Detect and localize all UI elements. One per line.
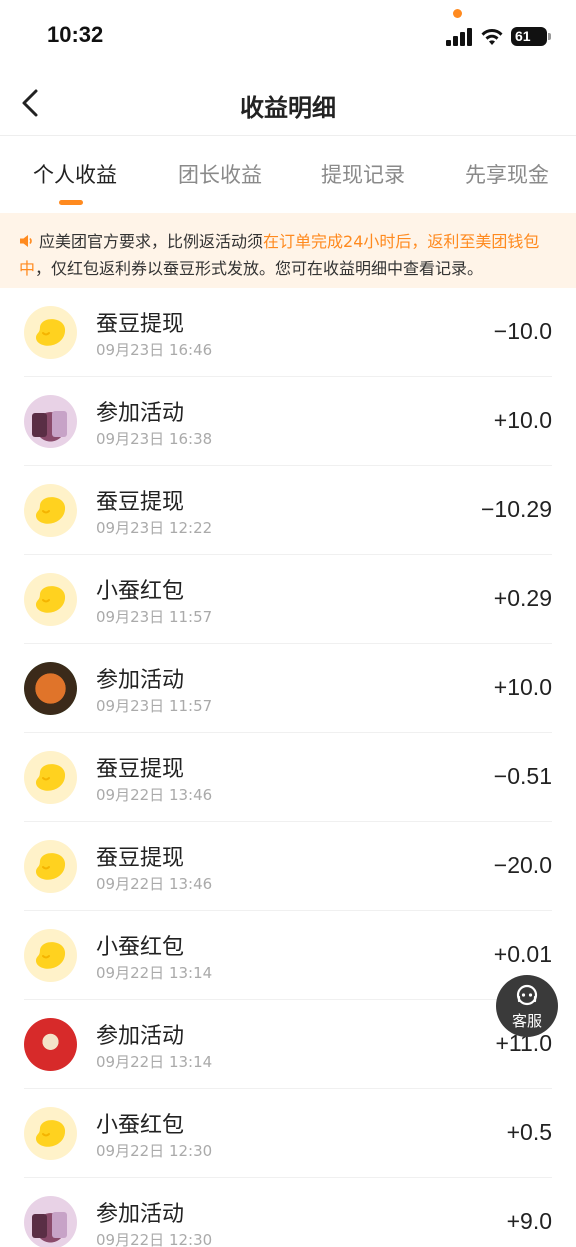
record-title: 参加活动: [96, 401, 185, 426]
list-item[interactable]: 蚕豆提现 09月23日 16:46 −10.0: [24, 288, 552, 377]
record-time: 09月23日 11:57: [96, 697, 213, 715]
tab-advance-cash[interactable]: 先享现金: [465, 159, 549, 189]
record-time: 09月22日 12:30: [96, 1142, 213, 1160]
record-amount: +10.0: [493, 407, 552, 433]
nav-bar: 收益明细: [0, 72, 576, 136]
record-time: 09月22日 13:14: [96, 964, 213, 982]
record-time: 09月23日 16:46: [96, 341, 213, 359]
record-title: 参加活动: [96, 1202, 185, 1227]
record-time: 09月22日 12:30: [96, 1231, 213, 1247]
record-title: 参加活动: [96, 668, 185, 693]
food-image: [24, 662, 77, 715]
tab-personal-income[interactable]: 个人收益: [33, 159, 117, 189]
record-amount: +10.0: [493, 674, 552, 700]
record-title: 蚕豆提现: [96, 490, 185, 515]
list-item[interactable]: 参加活动 09月23日 16:38 +10.0: [24, 377, 552, 466]
record-title: 小蚕红包: [96, 1113, 185, 1138]
record-time: 09月22日 13:14: [96, 1053, 213, 1071]
promo-image: [24, 1018, 77, 1071]
record-amount: +0.29: [493, 585, 552, 611]
tab-leader-income[interactable]: 团长收益: [178, 159, 262, 189]
customer-service-label: 客服: [511, 1012, 542, 1030]
list-item[interactable]: 蚕豆提现 09月23日 12:22 −10.29: [24, 466, 552, 555]
list-item[interactable]: 参加活动 09月23日 11:57 +10.0: [24, 644, 552, 733]
bean-icon: [24, 929, 77, 982]
record-amount: +9.0: [506, 1208, 552, 1234]
list-item[interactable]: 小蚕红包 09月22日 12:30 +0.5: [24, 1089, 552, 1178]
milk-tea-image: [24, 1196, 77, 1247]
record-time: 09月23日 11:57: [96, 608, 213, 626]
record-time: 09月23日 12:22: [96, 519, 213, 537]
signal-icon: [446, 28, 474, 46]
page-title: 收益明细: [240, 94, 336, 122]
wifi-icon: [481, 29, 503, 45]
battery-icon: 61: [511, 27, 547, 46]
record-title: 蚕豆提现: [96, 757, 185, 782]
status-time: 10:32: [47, 22, 104, 47]
bean-icon: [24, 484, 77, 537]
income-list: 蚕豆提现 09月23日 16:46 −10.0 参加活动 09月23日 16:3…: [0, 288, 576, 1247]
record-title: 小蚕红包: [96, 579, 185, 604]
bean-icon: [24, 1107, 77, 1160]
tab-bar: 个人收益 团长收益 提现记录 先享现金: [0, 137, 576, 211]
tab-indicator: [59, 200, 83, 205]
list-item[interactable]: 参加活动 09月22日 12:30 +9.0: [24, 1178, 552, 1247]
record-time: 09月22日 13:46: [96, 786, 213, 804]
record-title: 蚕豆提现: [96, 312, 185, 337]
record-amount: −10.29: [481, 496, 552, 522]
notice-text: 应美团官方要求，比例返活动须: [39, 232, 264, 251]
record-amount: −10.0: [493, 318, 552, 344]
bean-icon: [24, 751, 77, 804]
bean-icon: [24, 573, 77, 626]
record-title: 参加活动: [96, 1024, 185, 1049]
bean-icon: [24, 840, 77, 893]
record-amount: −20.0: [493, 852, 552, 878]
notice-text-end: ，仅红包返利券以蚕豆形式发放。您可在收益明细中查看记录。: [35, 259, 484, 278]
status-bar: 10:32 61: [0, 0, 576, 72]
list-item[interactable]: 小蚕红包 09月22日 13:14 +0.01: [24, 911, 552, 1000]
record-amount: +0.01: [493, 941, 552, 967]
customer-service-button[interactable]: 客服: [496, 975, 558, 1037]
record-title: 小蚕红包: [96, 935, 185, 960]
list-item[interactable]: 小蚕红包 09月23日 11:57 +0.29: [24, 555, 552, 644]
notice-banner: 应美团官方要求，比例返活动须在订单完成24小时后，返利至美团钱包中，仅红包返利券…: [0, 213, 576, 288]
bean-icon: [24, 306, 77, 359]
recording-dot-icon: [453, 9, 462, 18]
speaker-icon: [20, 235, 32, 247]
headset-icon: [516, 984, 538, 1006]
battery-tip: [548, 33, 551, 40]
list-item[interactable]: 参加活动 09月22日 13:14 +11.0: [24, 1000, 552, 1089]
record-amount: +0.5: [506, 1119, 552, 1145]
record-time: 09月22日 13:46: [96, 875, 213, 893]
tab-withdraw-records[interactable]: 提现记录: [321, 159, 405, 189]
record-amount: −0.51: [493, 763, 552, 789]
milk-tea-image: [24, 395, 77, 448]
list-item[interactable]: 蚕豆提现 09月22日 13:46 −0.51: [24, 733, 552, 822]
list-item[interactable]: 蚕豆提现 09月22日 13:46 −20.0: [24, 822, 552, 911]
record-title: 蚕豆提现: [96, 846, 185, 871]
record-time: 09月23日 16:38: [96, 430, 213, 448]
battery-level: 61: [515, 28, 531, 44]
